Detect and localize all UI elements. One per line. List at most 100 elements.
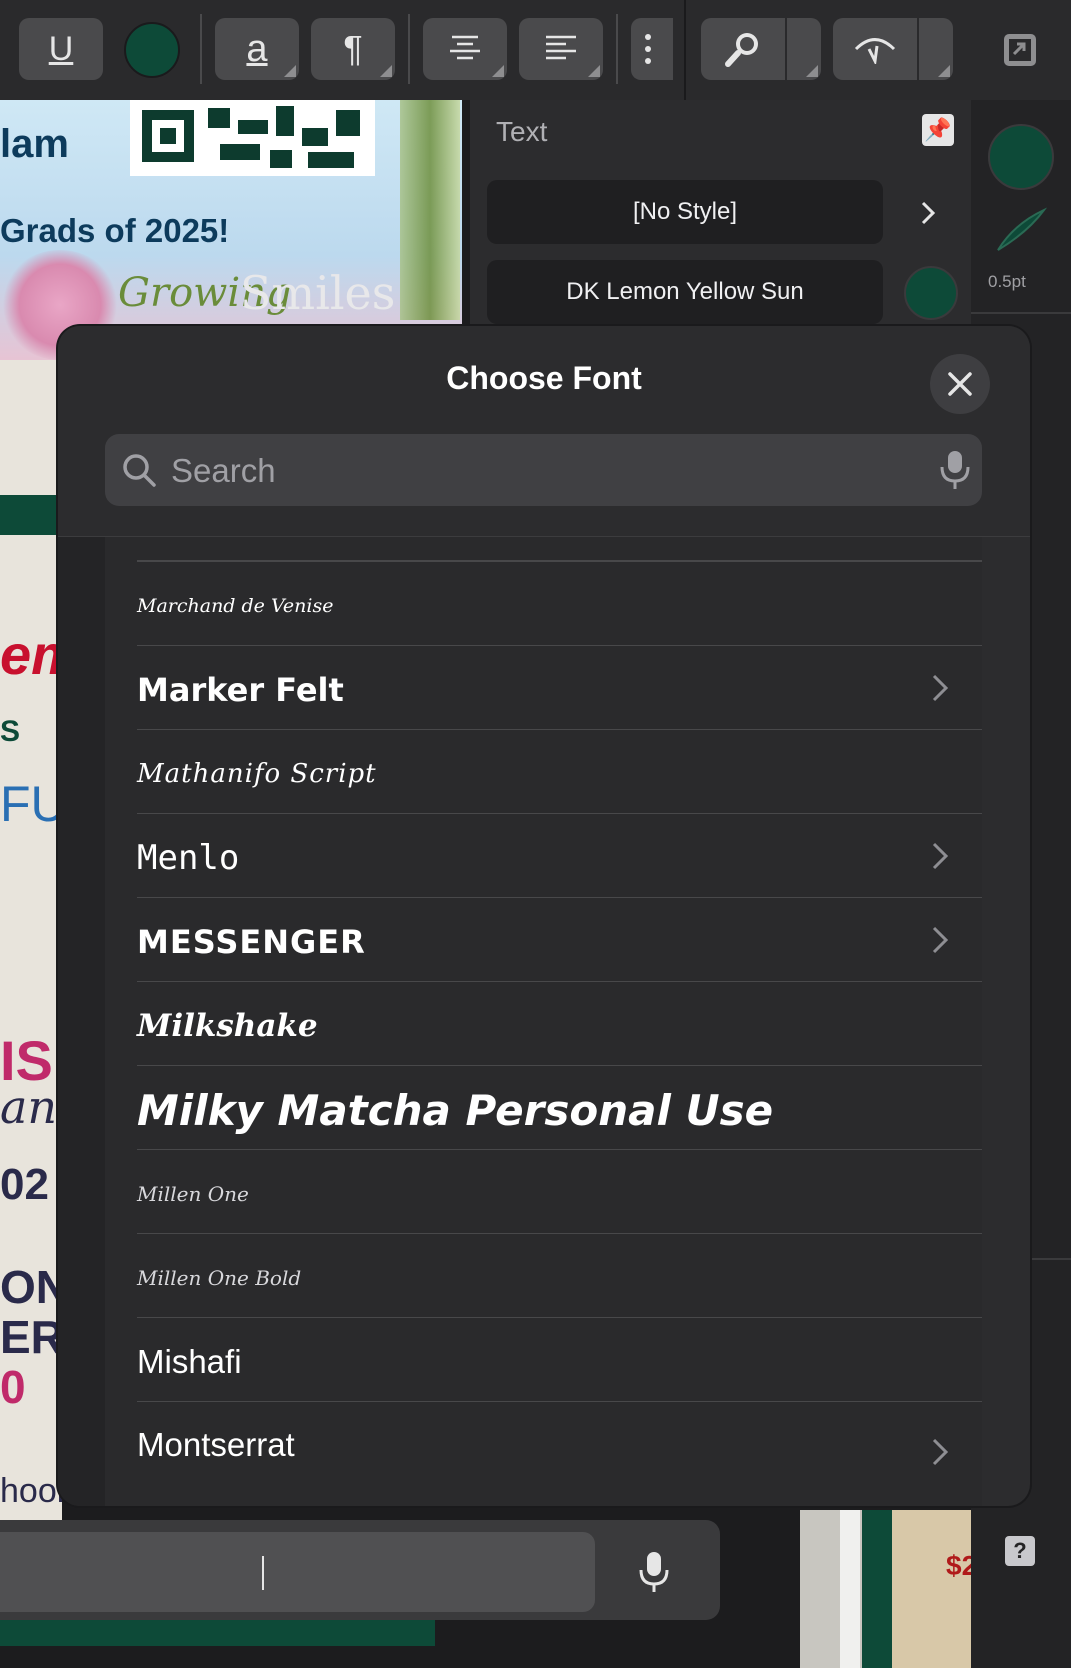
expand-icon[interactable]	[1004, 34, 1036, 66]
text-caret	[262, 1556, 264, 1590]
canvas-heading-text: lam	[0, 122, 69, 166]
align-center-button[interactable]	[423, 18, 507, 80]
font-search-field	[105, 434, 982, 506]
chevron-right-icon	[932, 926, 949, 954]
font-item-label: Menlo	[137, 838, 240, 878]
font-item-mishafi[interactable]: Mishafi	[137, 1317, 982, 1406]
doc-fragment: FUN	[0, 776, 62, 832]
list-style-button[interactable]	[631, 18, 673, 80]
font-item-marker-felt[interactable]: Marker Felt	[137, 645, 982, 734]
font-style-button[interactable]: a	[215, 18, 299, 80]
font-item-label: Mishafi	[137, 1343, 242, 1380]
bottom-text-field[interactable]	[0, 1532, 595, 1612]
chevron-right-icon[interactable]	[918, 198, 938, 236]
choose-font-popover: Marchand de Venise Marker Felt Mathanifo…	[58, 326, 1030, 1506]
font-item-label: Milky Matcha Personal Use	[137, 1085, 774, 1135]
toolbar-divider	[408, 14, 410, 84]
font-item-millen-one-bold[interactable]: Millen One Bold	[137, 1233, 982, 1322]
help-button[interactable]: ?	[1005, 1536, 1035, 1566]
canvas-grads-text: Grads of 2025!	[0, 212, 230, 249]
paragraph-style-label: [No Style]	[632, 198, 738, 225]
font-item-label: Montserrat	[137, 1426, 295, 1463]
price-fragment: $2	[946, 1550, 971, 1581]
font-item-marchand-de-venise[interactable]: Marchand de Venise	[137, 561, 982, 650]
document-page-right: $2	[800, 1510, 971, 1668]
doc-fragment: ER	[0, 1311, 62, 1363]
font-item-label: Milkshake	[137, 1008, 318, 1044]
font-style-icon: a	[246, 27, 268, 70]
photo-strip	[862, 1510, 892, 1668]
magnifier-icon	[725, 33, 758, 67]
toolbar-divider	[616, 14, 618, 84]
stroke-width-label: 0.5pt	[988, 272, 1026, 291]
find-options-button[interactable]	[787, 18, 821, 80]
qr-code-image	[130, 100, 375, 176]
close-button[interactable]	[930, 354, 990, 414]
font-item-milkshake[interactable]: Milkshake	[137, 981, 982, 1070]
font-item-mathanifo-script[interactable]: Mathanifo Script	[137, 729, 982, 818]
doc-fragment: 0	[0, 1361, 26, 1413]
font-item-montserrat[interactable]: Montserrat	[137, 1401, 982, 1489]
character-style-selector[interactable]: DK Lemon Yellow Sun	[487, 260, 883, 324]
view-mode-button[interactable]	[833, 18, 917, 80]
chevron-right-icon	[932, 674, 949, 702]
chevron-right-icon	[932, 1438, 949, 1466]
text-inspector-panel: Text 📌 [No Style] DK Lemon Yellow Sun	[470, 100, 971, 330]
dictation-mic-icon[interactable]	[636, 1550, 672, 1594]
font-item-label: Mathanifo Script	[137, 759, 377, 789]
align-left-button[interactable]	[519, 18, 603, 80]
toolbar-divider	[200, 14, 202, 84]
character-style-label: DK Lemon Yellow Sun	[566, 278, 804, 305]
eye-preview-icon	[854, 38, 896, 64]
document-page-left: em S FUN IS an 02 ON ER 0 hool	[0, 360, 62, 1530]
font-item-label: MESSENGER	[137, 923, 366, 961]
stroke-brush-icon[interactable]	[994, 204, 1048, 254]
underline-button[interactable]: U	[19, 18, 103, 80]
align-left-icon	[546, 35, 576, 60]
font-item-label: Marker Felt	[137, 671, 344, 709]
format-toolbar: U a ¶	[0, 0, 1071, 100]
photo-strip	[892, 1510, 971, 1668]
style-color-swatch[interactable]	[904, 266, 958, 320]
chevron-right-icon	[932, 842, 949, 870]
doc-fragment: S	[0, 715, 21, 748]
doc-fragment: an	[0, 1080, 58, 1134]
bullet-list-icon	[645, 34, 651, 64]
font-item-millen-one[interactable]: Millen One	[137, 1149, 982, 1238]
logo-word-smiles: Smiles	[240, 266, 396, 320]
text-color-swatch[interactable]	[124, 22, 180, 78]
find-button[interactable]	[701, 18, 785, 80]
plant-image	[400, 100, 460, 320]
popover-title: Choose Font	[446, 360, 642, 396]
strip-divider	[971, 312, 1071, 314]
font-item-label: Millen One Bold	[137, 1266, 302, 1290]
doc-fragment: 02	[0, 1160, 49, 1209]
photo-strip	[840, 1510, 860, 1668]
toolbar-divider	[684, 0, 686, 100]
dictation-mic-icon[interactable]	[937, 450, 973, 490]
green-band	[0, 1620, 435, 1646]
search-icon	[123, 454, 156, 487]
panel-title: Text	[496, 116, 548, 147]
align-center-icon	[450, 35, 480, 60]
green-band	[0, 495, 62, 535]
font-item-milky-matcha[interactable]: Milky Matcha Personal Use	[137, 1065, 982, 1154]
font-list[interactable]: Marchand de Venise Marker Felt Mathanifo…	[105, 537, 982, 1506]
close-icon	[948, 372, 972, 396]
document-canvas[interactable]: lam Grads of 2025! Growing Smiles	[0, 100, 470, 360]
canvas-divider	[462, 100, 470, 360]
search-input[interactable]	[169, 444, 933, 498]
doc-fragment: em	[0, 623, 62, 686]
font-item-menlo[interactable]: Menlo	[137, 813, 982, 902]
paragraph-button[interactable]: ¶	[311, 18, 395, 80]
pin-icon[interactable]: 📌	[922, 114, 954, 146]
doc-fragment: hool	[0, 1472, 62, 1510]
list-item	[137, 536, 982, 561]
paragraph-style-selector[interactable]: [No Style]	[487, 180, 883, 244]
font-item-messenger[interactable]: MESSENGER	[137, 897, 982, 986]
list-gutter	[58, 537, 105, 1506]
fill-color-swatch[interactable]	[988, 124, 1054, 190]
popover-header: Choose Font	[58, 326, 1030, 537]
view-options-button[interactable]	[919, 18, 953, 80]
doc-fragment: ON	[0, 1261, 62, 1313]
